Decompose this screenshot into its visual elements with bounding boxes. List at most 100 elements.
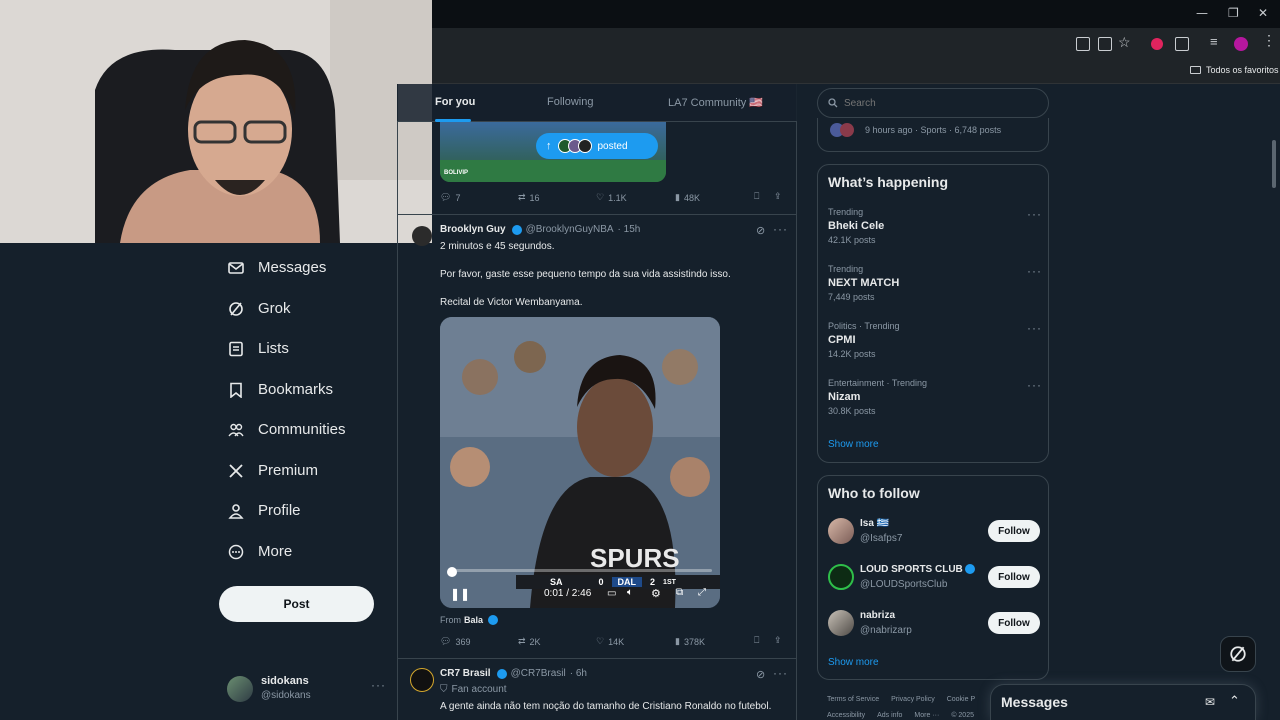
post-button[interactable]: Post (219, 586, 374, 622)
follow-suggestion[interactable]: nabriza @nabrizarp Follow (828, 608, 1042, 642)
author-name[interactable]: Brooklyn Guy (440, 224, 506, 235)
avatar[interactable] (412, 226, 432, 246)
footer-links: Accessibility Ads info More ··· © 2025 (827, 712, 974, 719)
section-title: What’s happening (828, 174, 949, 190)
nav-messages[interactable]: Messages (228, 259, 326, 276)
maximize-icon[interactable]: ❐ (1228, 6, 1239, 20)
captions-icon[interactable]: ▭ (607, 588, 616, 599)
views-button[interactable]: ▮ 48K (675, 192, 700, 203)
reply-button[interactable]: 💬︎ 7 (440, 192, 460, 203)
author-handle[interactable]: @CR7Brasil (511, 668, 566, 679)
kebab-menu-icon[interactable]: ⋮ (1262, 32, 1276, 49)
folder-icon (1190, 66, 1201, 74)
nav-communities[interactable]: Communities (228, 421, 346, 438)
nav-bookmarks[interactable]: Bookmarks (228, 381, 333, 398)
follow-suggestion[interactable]: Isa 🇬🇷 @Isafps7 Follow (828, 516, 1042, 550)
account-switcher[interactable]: sidokans @sidokans ··· (227, 674, 387, 706)
pip-icon[interactable]: ⧉ (676, 587, 683, 598)
volume-icon[interactable]: 🔈︎ (627, 587, 633, 598)
follow-button[interactable]: Follow (988, 566, 1040, 588)
more-dots-icon[interactable]: ··· (773, 666, 788, 680)
grok-floating-button[interactable] (1220, 636, 1256, 672)
profile-avatar-icon[interactable] (1234, 37, 1248, 51)
verified-badge-icon (488, 615, 499, 625)
footer-link[interactable]: Ads info (877, 712, 902, 719)
shield-icon: ⛉ (440, 684, 448, 695)
search-input[interactable] (844, 97, 1034, 109)
extensions-icon[interactable] (1175, 37, 1189, 51)
pause-icon[interactable]: ❚❚ (450, 587, 470, 601)
nav-grok[interactable]: Grok (228, 300, 291, 317)
bookmark-button[interactable]: ⎕ (754, 191, 759, 202)
scrollbar-thumb[interactable] (1272, 140, 1276, 188)
repost-button[interactable]: ⇄ 16 (518, 192, 540, 203)
footer-link: © 2025 (951, 712, 974, 719)
trend-item[interactable]: Entertainment · Trending Nizam 30.8K pos… (828, 378, 1042, 416)
like-button[interactable]: ♡ 1.1K (596, 192, 627, 203)
share-button[interactable]: ⇪ (774, 191, 782, 202)
grok-icon[interactable]: ⊘ (756, 224, 765, 237)
divider (397, 658, 797, 659)
tab-following[interactable]: Following (547, 96, 593, 108)
search-box[interactable] (817, 88, 1049, 118)
video-player[interactable]: SPURS SA 0 DAL 2 1ST ❚❚ 0:01 / 2:46 ▭ 🔈︎… (440, 317, 720, 608)
author-handle[interactable]: @BrooklynGuyNBA (526, 224, 614, 235)
more-dots-icon[interactable]: ··· (1027, 378, 1042, 392)
extension-red-icon[interactable] (1151, 38, 1163, 50)
more-dots-icon[interactable]: ··· (1027, 321, 1042, 335)
new-message-icon[interactable]: ✉ (1205, 695, 1215, 709)
settings-icon[interactable]: ⚙ (651, 587, 661, 600)
messages-drawer[interactable]: Messages ✉ ⌃ (990, 684, 1256, 720)
footer-link[interactable]: More ··· (914, 712, 939, 719)
views-button[interactable]: ▮ 378K (675, 636, 705, 647)
follow-suggestion[interactable]: LOUD SPORTS CLUB @LOUDSportsClub Follow (828, 562, 1042, 596)
chevron-up-icon[interactable]: ⌃ (1229, 693, 1240, 709)
star-icon[interactable]: ☆ (1118, 34, 1131, 51)
new-posts-pill[interactable]: ↑ posted (536, 133, 658, 159)
video-progress-track[interactable] (448, 569, 712, 572)
more-dots-icon[interactable]: ··· (1027, 207, 1042, 221)
trend-item[interactable]: Trending NEXT MATCH 7,449 posts ··· (828, 264, 1042, 302)
bookmark-button[interactable]: ⎕ (754, 635, 759, 646)
share-button[interactable]: ⇪ (774, 635, 782, 646)
post-text-line: 2 minutos e 45 segundos. (440, 241, 555, 252)
more-dots-icon[interactable]: ··· (1027, 264, 1042, 278)
nav-premium[interactable]: Premium (228, 462, 318, 479)
nav-profile[interactable]: Profile (228, 502, 301, 519)
minimize-icon[interactable]: — (1196, 6, 1208, 20)
footer-link[interactable]: Accessibility (827, 712, 865, 719)
footer-link[interactable]: Terms of Service (827, 696, 879, 703)
avatar[interactable] (410, 668, 434, 692)
reply-button[interactable]: 💬︎ 369 (440, 636, 470, 647)
media-icon[interactable]: ≡ (1210, 34, 1218, 49)
more-dots-icon[interactable]: ··· (773, 222, 788, 236)
bookmark-icon: ⎕ (754, 635, 760, 645)
show-more-link[interactable]: Show more (828, 657, 879, 668)
trend-item[interactable]: Trending Bheki Cele 42.1K posts ··· (828, 207, 1042, 245)
footer-link[interactable]: Cookie P (947, 696, 975, 703)
from-name[interactable]: Bala (464, 615, 483, 625)
author-name[interactable]: CR7 Brasil (440, 668, 491, 679)
trend-item[interactable]: Politics · Trending CPMI 14.2K posts ··· (828, 321, 1042, 359)
video-scrubber-handle[interactable] (447, 567, 457, 577)
show-more-link[interactable]: Show more (828, 439, 879, 450)
nav-lists[interactable]: Lists (228, 340, 289, 357)
tab-community[interactable]: LA7 Community 🇺🇸 (668, 96, 763, 109)
post-time[interactable]: · 15h (618, 224, 641, 235)
close-icon[interactable]: ✕ (1258, 6, 1268, 20)
fullscreen-icon[interactable]: ⤢ (698, 587, 706, 598)
bookmark-folder-label[interactable]: Todos os favoritos (1206, 65, 1279, 75)
nav-more[interactable]: More (228, 543, 292, 560)
nav-label: More (258, 543, 293, 560)
trend-card-top[interactable]: 9 hours ago · Sports · 6,748 posts (817, 118, 1049, 152)
follow-button[interactable]: Follow (988, 612, 1040, 634)
repost-button[interactable]: ⇄ 2K (518, 636, 541, 647)
post-time[interactable]: · 6h (570, 668, 587, 679)
footer-link[interactable]: Privacy Policy (891, 696, 935, 703)
tab-for-you[interactable]: For you (435, 96, 475, 108)
follow-button[interactable]: Follow (988, 520, 1040, 542)
grok-icon[interactable]: ⊘ (756, 668, 765, 681)
translate-icon[interactable] (1098, 37, 1112, 51)
like-button[interactable]: ♡ 14K (596, 636, 624, 647)
install-icon[interactable] (1076, 37, 1090, 51)
